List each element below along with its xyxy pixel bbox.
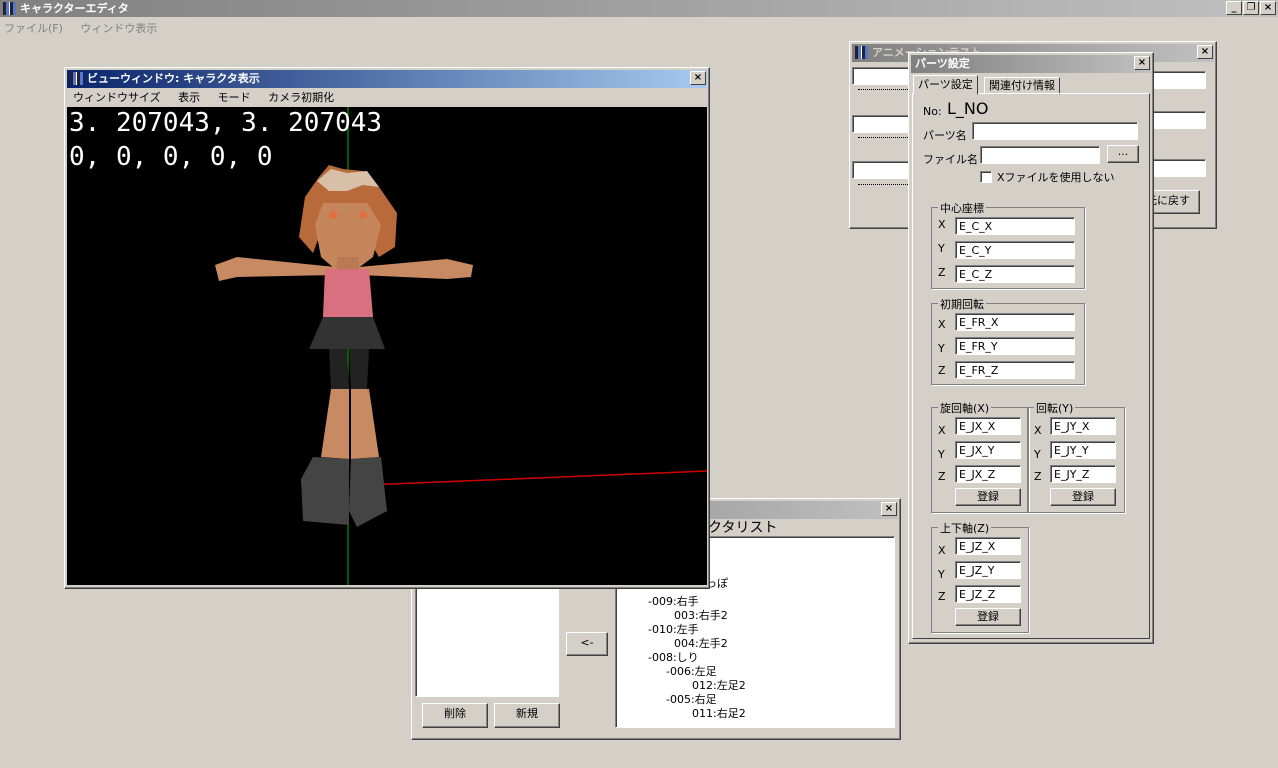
joint-z-group: 上下軸(Z) X E_JZ_X Y E_JZ_Y Z E_JZ_Z 登録: [931, 520, 1029, 633]
part-name-label: パーツ名: [923, 129, 967, 142]
jy-y-input[interactable]: E_JY_Y: [1050, 441, 1116, 459]
parts-title: パーツ設定: [915, 57, 970, 70]
view-icon: [70, 72, 83, 85]
rotation-x-label: X: [938, 318, 946, 331]
app-title: キャラクターエディタ: [20, 2, 129, 15]
rotation-z-label: Z: [938, 364, 946, 377]
close-button[interactable]: ×: [1260, 1, 1276, 15]
anim-value-field-1[interactable]: [1152, 71, 1206, 89]
file-name-input[interactable]: [980, 146, 1100, 164]
charlist-delete-button[interactable]: 削除: [422, 703, 488, 728]
anim-slider-field-3[interactable]: [852, 161, 912, 179]
jz-x-label: X: [938, 544, 946, 557]
jz-y-input[interactable]: E_JZ_Y: [955, 561, 1021, 579]
view-menu-camera-reset[interactable]: カメラ初期化: [268, 91, 334, 104]
use-xfile-label: Xファイルを使用しない: [997, 171, 1115, 184]
anim-slider-ticks-3: [858, 184, 908, 186]
charlist-move-button[interactable]: <-: [566, 632, 608, 656]
jx-y-input[interactable]: E_JX_Y: [955, 441, 1021, 459]
jz-y-label: Y: [938, 568, 945, 581]
jz-z-label: Z: [938, 590, 946, 603]
parts-settings-window: パーツ設定 × パーツ設定 関連付け情報 No: L_NO パーツ名 ファイル名…: [908, 52, 1154, 644]
view-menu-window-size[interactable]: ウィンドウサイズ: [73, 91, 161, 104]
joint-y-title: 回転(Y): [1034, 400, 1076, 416]
menu-file[interactable]: ファイル(F): [4, 22, 63, 35]
jz-x-input[interactable]: E_JZ_X: [955, 537, 1021, 555]
jx-z-label: Z: [938, 470, 946, 483]
rotation-y-label: Y: [938, 342, 945, 355]
charlist-left-list[interactable]: [415, 587, 559, 697]
initial-rotation-group: 初期回転 X E_FR_X Y E_FR_Y Z E_FR_Z: [931, 296, 1085, 385]
part-name-input[interactable]: [972, 122, 1138, 140]
jy-z-input[interactable]: E_JY_Z: [1050, 465, 1116, 483]
parts-close-button[interactable]: ×: [1134, 56, 1150, 70]
view-menu-bar: ウィンドウサイズ 表示 モード カメラ初期化: [73, 89, 348, 105]
center-z-label: Z: [938, 266, 946, 279]
jy-z-label: Z: [1034, 470, 1042, 483]
browse-button[interactable]: ...: [1107, 145, 1139, 163]
jy-register-button[interactable]: 登録: [1050, 488, 1116, 506]
minimize-button[interactable]: _: [1226, 1, 1242, 15]
jy-x-input[interactable]: E_JY_X: [1050, 417, 1116, 435]
joint-y-group: 回転(Y) X E_JY_X Y E_JY_Y Z E_JY_Z 登録: [1027, 400, 1125, 513]
center-z-input[interactable]: E_C_Z: [955, 265, 1075, 283]
view-menu-display[interactable]: 表示: [178, 91, 200, 104]
character-model-render: [215, 107, 707, 585]
jz-z-input[interactable]: E_JZ_Z: [955, 585, 1021, 603]
center-y-input[interactable]: E_C_Y: [955, 241, 1075, 259]
tab-parts-settings[interactable]: パーツ設定: [913, 75, 978, 95]
jx-y-label: Y: [938, 448, 945, 461]
app-menu-bar: ファイル(F) ウィンドウ表示: [4, 20, 171, 36]
no-value: L_NO: [947, 99, 989, 118]
charlist-close-button[interactable]: ×: [881, 502, 897, 516]
viewport-3d[interactable]: 3. 207043, 3. 207043 0, 0, 0, 0, 0: [67, 107, 707, 585]
anim-slider-ticks-2: [858, 137, 908, 139]
tree-item-011[interactable]: 011:右足2: [692, 705, 746, 721]
view-menu-mode[interactable]: モード: [218, 91, 251, 104]
center-x-label: X: [938, 218, 946, 231]
joint-x-group: 旋回軸(X) X E_JX_X Y E_JX_Y Z E_JX_Z 登録: [931, 400, 1029, 513]
menu-window-view[interactable]: ウィンドウ表示: [80, 22, 157, 35]
viewport-scale-readout: 3. 207043, 3. 207043: [69, 108, 383, 138]
use-xfile-checkbox[interactable]: [980, 171, 992, 183]
initial-rotation-title: 初期回転: [938, 296, 986, 312]
anim-slider-field-2[interactable]: [852, 115, 912, 133]
rotation-x-input[interactable]: E_FR_X: [955, 313, 1075, 331]
jx-x-label: X: [938, 424, 946, 437]
anim-value-field-2[interactable]: [1152, 111, 1206, 129]
app-icon: [3, 2, 16, 15]
anim-value-field-3[interactable]: [1152, 159, 1206, 177]
restore-button[interactable]: ❐: [1243, 1, 1259, 15]
charlist-new-button[interactable]: 新規: [494, 703, 560, 728]
joint-z-title: 上下軸(Z): [938, 520, 992, 536]
jx-x-input[interactable]: E_JX_X: [955, 417, 1021, 435]
file-name-label: ファイル名: [923, 153, 978, 166]
center-coords-group: 中心座標 X E_C_X Y E_C_Y Z E_C_Z: [931, 200, 1085, 289]
center-y-label: Y: [938, 242, 945, 255]
anim-slider-field-1[interactable]: [852, 67, 912, 85]
anim-close-button[interactable]: ×: [1197, 45, 1213, 59]
jy-y-label: Y: [1034, 448, 1041, 461]
jx-z-input[interactable]: E_JX_Z: [955, 465, 1021, 483]
jz-register-button[interactable]: 登録: [955, 608, 1021, 626]
view-window: ビューウィンドウ: キャラクタ表示 × ウィンドウサイズ 表示 モード カメラ初…: [64, 67, 710, 589]
joint-x-title: 旋回軸(X): [938, 400, 992, 416]
parts-title-bar: パーツ設定: [911, 55, 1151, 73]
rotation-z-input[interactable]: E_FR_Z: [955, 361, 1075, 379]
anim-slider-ticks-1: [858, 89, 908, 91]
view-title-bar: ビューウィンドウ: キャラクタ表示: [67, 70, 707, 88]
center-coords-title: 中心座標: [938, 200, 986, 216]
anim-icon: [855, 46, 868, 59]
jy-x-label: X: [1034, 424, 1042, 437]
jx-register-button[interactable]: 登録: [955, 488, 1021, 506]
viewport-rotation-readout: 0, 0, 0, 0, 0: [69, 142, 273, 172]
view-title: ビューウィンドウ: キャラクタ表示: [87, 72, 260, 85]
rotation-y-input[interactable]: E_FR_Y: [955, 337, 1075, 355]
center-x-input[interactable]: E_C_X: [955, 217, 1075, 235]
app-title-bar: キャラクターエディタ: [0, 0, 1278, 17]
view-close-button[interactable]: ×: [690, 71, 706, 85]
no-label: No:: [923, 105, 942, 118]
